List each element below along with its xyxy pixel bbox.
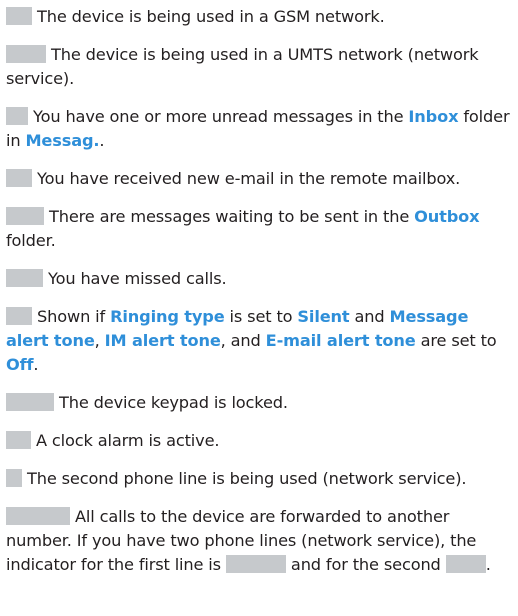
email-alert-tone-setting: E-mail alert tone bbox=[265, 331, 416, 350]
outbox-messages-icon bbox=[6, 207, 44, 225]
indicator-clock-alarm: A clock alarm is active. bbox=[6, 429, 512, 453]
indicator-umts: The device is being used in a UMTS netwo… bbox=[6, 43, 512, 91]
silent-profile-icon bbox=[6, 307, 32, 325]
inbox-folder-name: Inbox bbox=[408, 107, 459, 126]
indicator-missed-calls: You have missed calls. bbox=[6, 267, 512, 291]
off-value: Off bbox=[6, 355, 34, 374]
indicator-outbox: There are messages waiting to be sent in… bbox=[6, 207, 480, 250]
document-page: The device is being used in a GSM networ… bbox=[0, 0, 518, 616]
indicator-second-line: The second phone line is being used (net… bbox=[6, 467, 512, 491]
indicator-call-forwarding: All calls to the device are forwarded to… bbox=[6, 507, 491, 574]
indicator-text: A clock alarm is active. bbox=[36, 431, 220, 450]
indicator-silent-profile: Shown if Ringing type is set to Silent a… bbox=[6, 307, 497, 374]
call-forwarding-icon bbox=[6, 507, 70, 525]
im-alert-tone-setting: IM alert tone bbox=[104, 331, 221, 350]
messaging-app-name: Messag. bbox=[25, 131, 100, 150]
indicator-gsm: The device is being used in a GSM networ… bbox=[6, 5, 512, 29]
gsm-network-icon bbox=[6, 7, 32, 25]
indicator-text: You have missed calls. bbox=[48, 269, 227, 288]
ringing-type-setting: Ringing type bbox=[110, 307, 225, 326]
outbox-folder-name: Outbox bbox=[414, 207, 480, 226]
call-forwarding-line1-icon bbox=[225, 555, 286, 573]
new-email-icon bbox=[6, 169, 32, 187]
indicator-text: You have received new e-mail in the remo… bbox=[37, 169, 461, 188]
call-forwarding-line2-icon bbox=[445, 555, 486, 573]
unread-messages-icon bbox=[6, 107, 28, 125]
indicator-text: The device is being used in a GSM networ… bbox=[37, 7, 385, 26]
clock-alarm-icon bbox=[6, 431, 31, 449]
missed-calls-icon bbox=[6, 269, 43, 287]
indicator-text: The device keypad is locked. bbox=[59, 393, 288, 412]
indicator-new-email: You have received new e-mail in the remo… bbox=[6, 167, 512, 191]
second-phone-line-icon bbox=[6, 469, 22, 487]
indicator-keypad-locked: The device keypad is locked. bbox=[6, 391, 512, 415]
keypad-locked-icon bbox=[6, 393, 54, 411]
indicator-text: The second phone line is being used (net… bbox=[27, 469, 467, 488]
indicator-unread-messages: You have one or more unread messages in … bbox=[6, 107, 510, 150]
umts-network-icon bbox=[6, 45, 46, 63]
indicator-text: The device is being used in a UMTS netwo… bbox=[6, 45, 479, 88]
silent-value: Silent bbox=[297, 307, 350, 326]
